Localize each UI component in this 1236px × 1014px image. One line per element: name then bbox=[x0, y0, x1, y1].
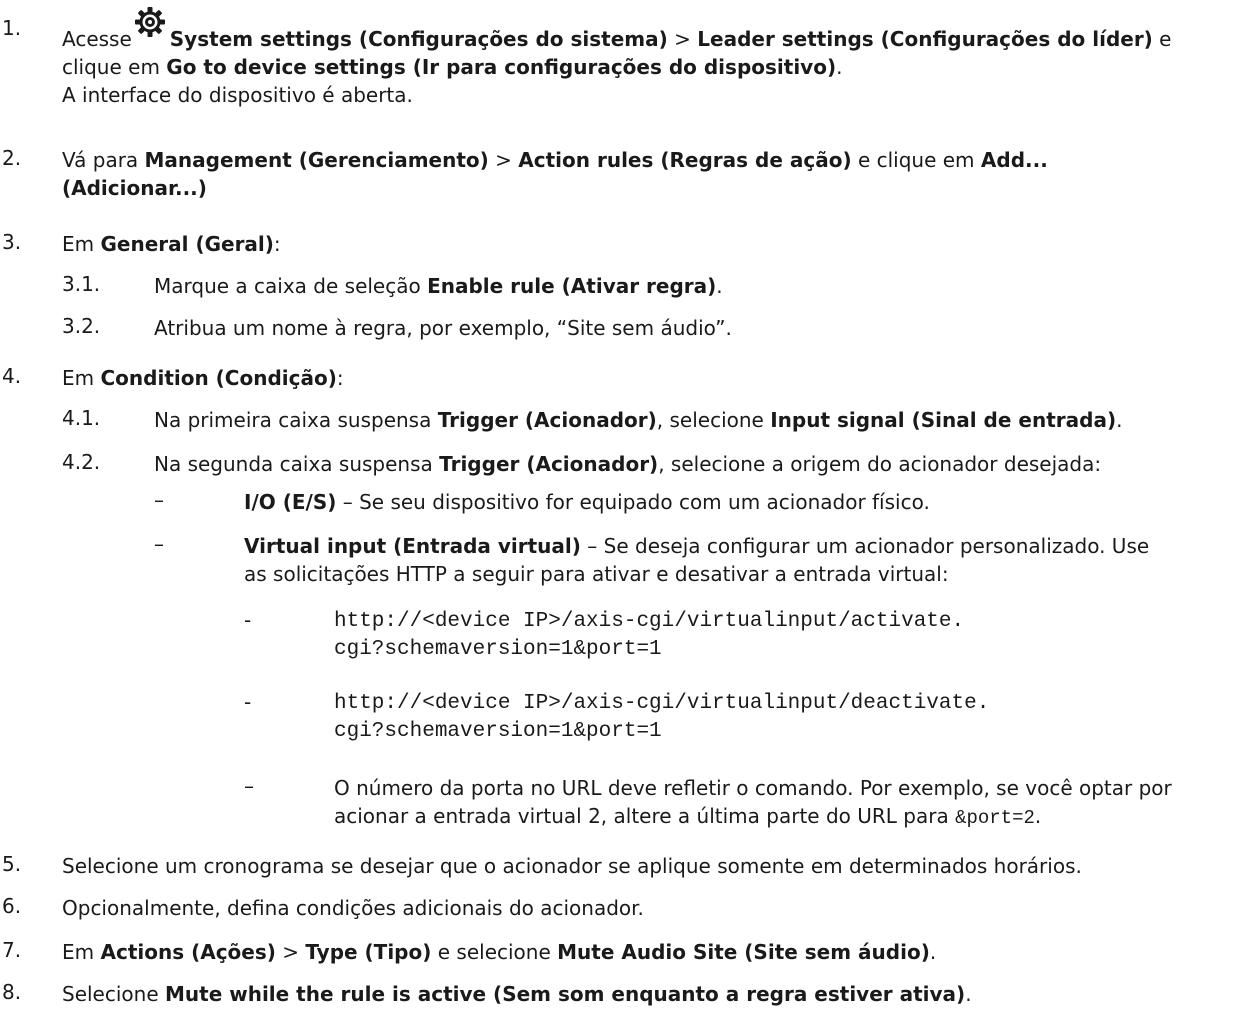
punctuation: : bbox=[273, 232, 281, 256]
step-number: 3. bbox=[2, 230, 22, 254]
url-line: cgi?schemaversion=1&port=1 bbox=[334, 638, 662, 661]
step-text-plain: , selecione a origem do acionador deseja… bbox=[658, 452, 1102, 476]
substep-text: Marque a caixa de seleção Enable rule (A… bbox=[154, 272, 1232, 300]
step-text: Em Actions (Ações) > Type (Tipo) e selec… bbox=[62, 938, 1232, 966]
bullet-text: Virtual input (Entrada virtual) – Se des… bbox=[244, 532, 1176, 588]
step-number: 2. bbox=[2, 146, 22, 170]
ui-label: Trigger (Acionador) bbox=[437, 408, 657, 432]
ui-label: Trigger (Acionador) bbox=[439, 452, 659, 476]
step-number: 1. bbox=[2, 16, 22, 40]
step-text: Em Condition (Condição): bbox=[62, 364, 1232, 392]
ui-label: Mute while the rule is active (Sem som e… bbox=[165, 982, 966, 1006]
step-text: Selecione um cronograma se desejar que o… bbox=[62, 854, 1082, 878]
bullet-dash: - bbox=[244, 608, 252, 632]
substep-text: Atribua um nome à regra, por exemplo, “S… bbox=[154, 316, 732, 340]
ui-label: Action rules (Regras de ação) bbox=[518, 148, 852, 172]
step-number: 7. bbox=[2, 938, 22, 962]
note-text: O número da porta no URL deve refletir o… bbox=[334, 774, 1216, 832]
ui-label: Input signal (Sinal de entrada) bbox=[770, 408, 1117, 432]
ui-label: Virtual input (Entrada virtual) bbox=[244, 534, 581, 558]
substep-text: Na primeira caixa suspensa Trigger (Acio… bbox=[154, 406, 1232, 434]
punctuation: . bbox=[1116, 408, 1123, 432]
ui-label: I/O (E/S) bbox=[244, 490, 337, 514]
substep-number: 4.2. bbox=[62, 450, 101, 474]
step-text-plain: Selecione bbox=[62, 982, 165, 1006]
ui-label: Mute Audio Site (Site sem áudio) bbox=[557, 940, 930, 964]
step-text-plain: Na segunda caixa suspensa bbox=[154, 452, 440, 476]
substep-number: 3.2. bbox=[62, 314, 101, 338]
ui-label: Enable rule (Ativar regra) bbox=[427, 274, 717, 298]
ui-label: Leader settings (Configurações do líder) bbox=[697, 27, 1153, 51]
bullet-dash: – bbox=[154, 488, 164, 512]
step-text-plain: Vá para bbox=[62, 148, 145, 172]
step-text-plain: e clique em bbox=[851, 148, 981, 172]
separator: > bbox=[275, 940, 306, 964]
substep-text: Na segunda caixa suspensa Trigger (Acion… bbox=[154, 450, 1232, 478]
punctuation: : bbox=[336, 366, 344, 390]
ui-label: Type (Tipo) bbox=[305, 940, 432, 964]
url-line: http://<device IP>/axis-cgi/virtualinput… bbox=[334, 610, 965, 633]
step-text-plain: Na primeira caixa suspensa bbox=[154, 408, 438, 432]
bullet-dash: – bbox=[154, 532, 164, 556]
step-text-plain: Acesse bbox=[62, 27, 132, 51]
step-text-plain: Em bbox=[62, 940, 101, 964]
url-line: cgi?schemaversion=1&port=1 bbox=[334, 720, 662, 743]
separator: > bbox=[488, 148, 519, 172]
punctuation: . bbox=[836, 55, 843, 79]
punctuation: . bbox=[929, 940, 937, 964]
punctuation: . bbox=[1034, 804, 1042, 828]
ui-label: System settings (Configurações do sistem… bbox=[169, 27, 668, 51]
step-text: Vá para Management (Gerenciamento) > Act… bbox=[62, 146, 1126, 202]
ui-label: Go to device settings (Ir para configura… bbox=[166, 55, 837, 79]
step-text-plain: Em bbox=[62, 232, 101, 256]
substep-number: 3.1. bbox=[62, 272, 101, 296]
step-text-plain: – Se seu dispositivo for equipado com um… bbox=[336, 490, 930, 514]
punctuation: . bbox=[965, 982, 972, 1006]
bullet-dash: - bbox=[244, 690, 252, 714]
step-number: 8. bbox=[2, 980, 22, 1004]
step-result: A interface do dispositivo é aberta. bbox=[62, 83, 413, 107]
step-text: Em General (Geral): bbox=[62, 230, 1232, 258]
gear-icon bbox=[134, 7, 165, 37]
step-number: 4. bbox=[2, 364, 22, 388]
step-number: 6. bbox=[2, 894, 22, 918]
url-code: http://<device IP>/axis-cgi/virtualinput… bbox=[334, 608, 1232, 664]
step-text-plain: Em bbox=[62, 366, 101, 390]
ui-label: Actions (Ações) bbox=[100, 940, 276, 964]
url-code: http://<device IP>/axis-cgi/virtualinput… bbox=[334, 690, 1232, 746]
step-number: 5. bbox=[2, 852, 22, 876]
step-text: Opcionalmente, defina condições adiciona… bbox=[62, 896, 644, 920]
ui-label: Management (Gerenciamento) bbox=[144, 148, 489, 172]
substep-number: 4.1. bbox=[62, 406, 101, 430]
ui-label: General (Geral) bbox=[100, 232, 274, 256]
url-line: http://<device IP>/axis-cgi/virtualinput… bbox=[334, 692, 990, 715]
separator: > bbox=[667, 27, 698, 51]
bullet-dash: – bbox=[244, 774, 254, 798]
step-text-plain: , selecione bbox=[656, 408, 771, 432]
step-text-plain: Marque a caixa de seleção bbox=[154, 274, 428, 298]
step-text: Acesse System settings (Configurações do… bbox=[62, 7, 1232, 109]
step-text: Selecione Mute while the rule is active … bbox=[62, 980, 1232, 1008]
step-text-plain: e selecione bbox=[431, 940, 558, 964]
punctuation: . bbox=[716, 274, 723, 298]
bullet-text: I/O (E/S) – Se seu dispositivo for equip… bbox=[244, 488, 1232, 516]
ui-label: Condition (Condição) bbox=[100, 366, 337, 390]
inline-code: &port=2 bbox=[955, 807, 1035, 829]
step-text-plain: O número da porta no URL deve refletir o… bbox=[334, 776, 1172, 828]
